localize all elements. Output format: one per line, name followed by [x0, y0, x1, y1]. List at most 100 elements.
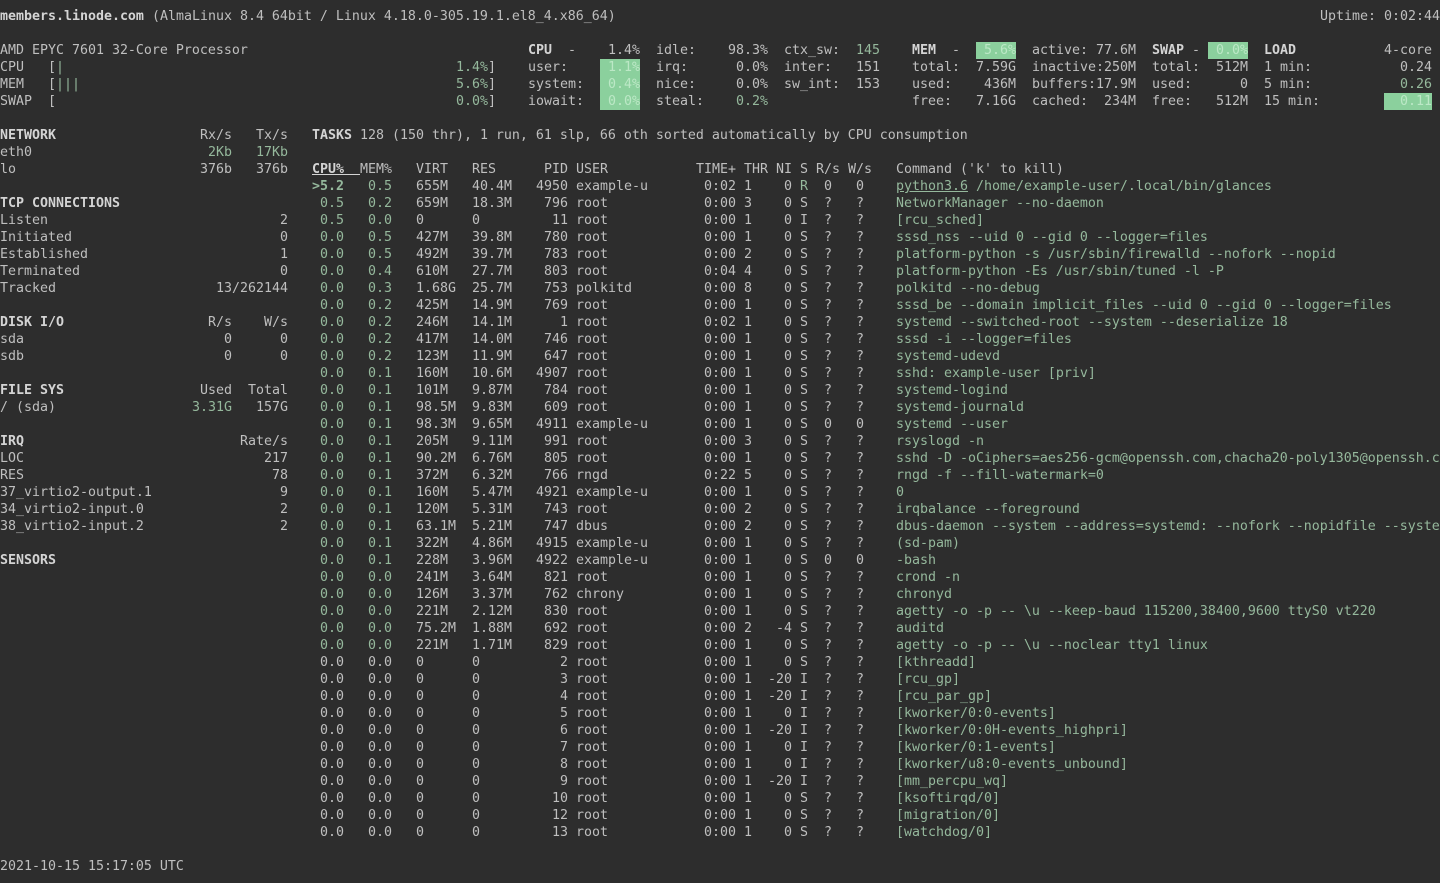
- cell-status: I: [800, 688, 808, 705]
- cell-time: 0:00: [704, 756, 736, 773]
- cell-status: S: [800, 569, 808, 586]
- cell-res: 3.37M: [472, 586, 512, 603]
- cell-rs: ?: [824, 467, 832, 484]
- cell-time: 0:00: [704, 212, 736, 229]
- cell-command: sssd_be --domain implicit_files --uid 0 …: [896, 297, 1392, 314]
- cell-res: 0: [472, 739, 480, 756]
- mem-b-buffers-label: buffers:: [1032, 76, 1096, 93]
- cell-cpu: 0.0: [320, 790, 344, 807]
- swap-free-label: free:: [1152, 93, 1192, 110]
- cell-ws: ?: [856, 739, 864, 756]
- cell-virt: 221M: [416, 603, 448, 620]
- cell-pid: 4950: [536, 178, 568, 195]
- cell-user: root: [576, 212, 608, 229]
- cell-thr: 3: [744, 433, 752, 450]
- swap-free-value: 512M: [1216, 93, 1248, 110]
- cell-mem: 0.2: [368, 348, 392, 365]
- cell-pid: 4922: [536, 552, 568, 569]
- cell-user: root: [576, 450, 608, 467]
- process-row-5: 0.00.0005root0:0010I??[kworker/0:0-event…: [0, 705, 1440, 722]
- cell-pid: 7: [560, 739, 568, 756]
- cell-ni: 0: [784, 246, 792, 263]
- cell-thr: 1: [744, 365, 752, 382]
- process-row-11: 0.50.00011root0:0010I??[rcu_sched]: [0, 212, 1440, 229]
- cell-status: S: [800, 654, 808, 671]
- cell-command-name: python3.6: [896, 178, 968, 195]
- cell-res: 1.88M: [472, 620, 512, 637]
- cell-mem: 0.0: [368, 807, 392, 824]
- col-header-ni: NI: [776, 161, 792, 178]
- cell-thr: 1: [744, 807, 752, 824]
- cell-time: 0:02: [704, 178, 736, 195]
- cell-res: 2.12M: [472, 603, 512, 620]
- cell-thr: 1: [744, 484, 752, 501]
- cell-mem: 0.0: [368, 824, 392, 841]
- cell-ws: ?: [856, 654, 864, 671]
- cell-command: auditd: [896, 620, 944, 637]
- cell-user: root: [576, 263, 608, 280]
- cell-user: root: [576, 824, 608, 841]
- cell-rs: 0: [824, 416, 832, 433]
- cell-thr: 1: [744, 314, 752, 331]
- cell-command: systemd-logind: [896, 382, 1008, 399]
- cell-user: root: [576, 331, 608, 348]
- ql-cpu-bracket-close: ]: [488, 59, 496, 76]
- process-row-2: 0.00.0002root0:0010S??[kthreadd]: [0, 654, 1440, 671]
- cell-pid: 609: [544, 399, 568, 416]
- cell-user: root: [576, 620, 608, 637]
- cell-thr: 1: [744, 705, 752, 722]
- cell-ws: ?: [856, 603, 864, 620]
- cpu-iowait-label: iowait:: [528, 93, 584, 110]
- cell-rs: ?: [824, 348, 832, 365]
- cell-ws: ?: [856, 382, 864, 399]
- cell-mem: 0.1: [368, 399, 392, 416]
- terminal-screen: members.linode.com (AlmaLinux 8.4 64bit …: [0, 0, 1440, 883]
- cell-thr: 1: [744, 450, 752, 467]
- swap-swap-title: SWAP: [1152, 42, 1184, 59]
- cell-ws: 0: [856, 416, 864, 433]
- cell-status: S: [800, 280, 808, 297]
- cell-time: 0:00: [704, 739, 736, 756]
- cell-ni: 0: [784, 365, 792, 382]
- cell-virt: 0: [416, 722, 424, 739]
- cell-command: polkitd --no-debug: [896, 280, 1040, 297]
- process-row-991: 0.00.1205M9.11M991root0:0030S??rsyslogd …: [0, 433, 1440, 450]
- cell-res: 6.76M: [472, 450, 512, 467]
- cell-status: S: [800, 314, 808, 331]
- cell-virt: 0: [416, 790, 424, 807]
- cell-thr: 1: [744, 603, 752, 620]
- cell-pid: 830: [544, 603, 568, 620]
- mem-b-cached-value: 234M: [1104, 93, 1136, 110]
- cell-command: [ksoftirqd/0]: [896, 790, 1000, 807]
- mem-free-value: 7.16G: [976, 93, 1016, 110]
- cell-status: I: [800, 773, 808, 790]
- process-row-3: 0.00.0003root0:001-20I??[rcu_gp]: [0, 671, 1440, 688]
- cpu-b-nice-value: 0.0%: [736, 76, 768, 93]
- cell-status: S: [800, 246, 808, 263]
- load-15min-label: 15 min:: [1264, 93, 1320, 110]
- load-load-value: 4-core: [1384, 42, 1432, 59]
- cell-command: platform-python -Es /usr/sbin/tuned -l -…: [896, 263, 1224, 280]
- process-row-796: 0.50.2659M18.3M796root0:0030S??NetworkMa…: [0, 195, 1440, 212]
- sidebar-network-col-a: Rx/s: [200, 127, 232, 144]
- cell-cpu: 0.0: [320, 399, 344, 416]
- process-row-780: 0.00.5427M39.8M780root0:0010S??sssd_nss …: [0, 229, 1440, 246]
- cell-ni: 0: [784, 195, 792, 212]
- cell-cpu: 0.0: [320, 348, 344, 365]
- process-row-10: 0.00.00010root0:0010S??[ksoftirqd/0]: [0, 790, 1440, 807]
- cell-ni: 0: [784, 450, 792, 467]
- cell-virt: 1.68G: [416, 280, 456, 297]
- cell-ws: ?: [856, 399, 864, 416]
- mem-used-label: used:: [912, 76, 952, 93]
- cell-mem: 0.1: [368, 484, 392, 501]
- cpu-b-steal-value: 0.2%: [736, 93, 768, 110]
- cell-virt: 0: [416, 807, 424, 824]
- mem-used-value: 436M: [984, 76, 1016, 93]
- cell-status: S: [800, 620, 808, 637]
- cell-pid: 746: [544, 331, 568, 348]
- cell-res: 5.47M: [472, 484, 512, 501]
- cell-time: 0:00: [704, 399, 736, 416]
- cpu-system-label: system:: [528, 76, 584, 93]
- cell-time: 0:00: [704, 620, 736, 637]
- cell-ws: ?: [856, 722, 864, 739]
